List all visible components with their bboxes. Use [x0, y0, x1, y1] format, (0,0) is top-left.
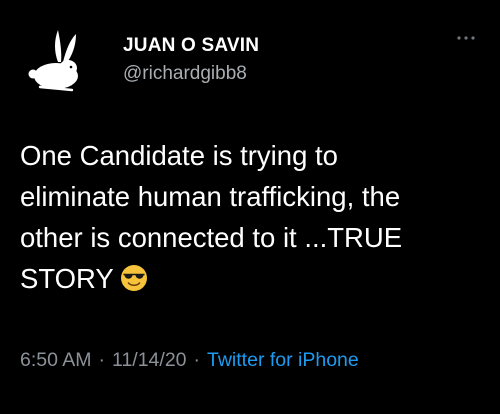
tweet-line: eliminate human trafficking, the — [20, 181, 401, 212]
tweet-line: One Candidate is trying to — [20, 140, 338, 171]
tweet-time[interactable]: 6:50 AM — [20, 349, 92, 371]
avatar[interactable] — [18, 18, 98, 98]
tweet-line-text: STORY — [20, 263, 114, 294]
tweet-line: other is connected to it ...TRUE — [20, 222, 403, 253]
tweet-text: One Candidate is trying to eliminate hum… — [20, 135, 490, 299]
tweet-date[interactable]: 11/14/20 — [112, 349, 186, 371]
separator: · — [193, 349, 201, 371]
more-icon — [457, 36, 475, 40]
user-handle[interactable]: @richardgibb8 — [123, 63, 247, 85]
sunglasses-emoji-icon — [120, 264, 148, 292]
tweet-line-last: STORY — [20, 258, 490, 299]
separator: · — [98, 349, 106, 371]
tweet-meta: 6:50 AM · 11/14/20 · Twitter for iPhone — [20, 349, 359, 372]
more-options-button[interactable] — [452, 28, 480, 48]
display-name[interactable]: JUAN O SAVIN — [123, 35, 259, 57]
tweet-source-link[interactable]: Twitter for iPhone — [207, 349, 359, 371]
rabbit-icon — [28, 30, 78, 92]
